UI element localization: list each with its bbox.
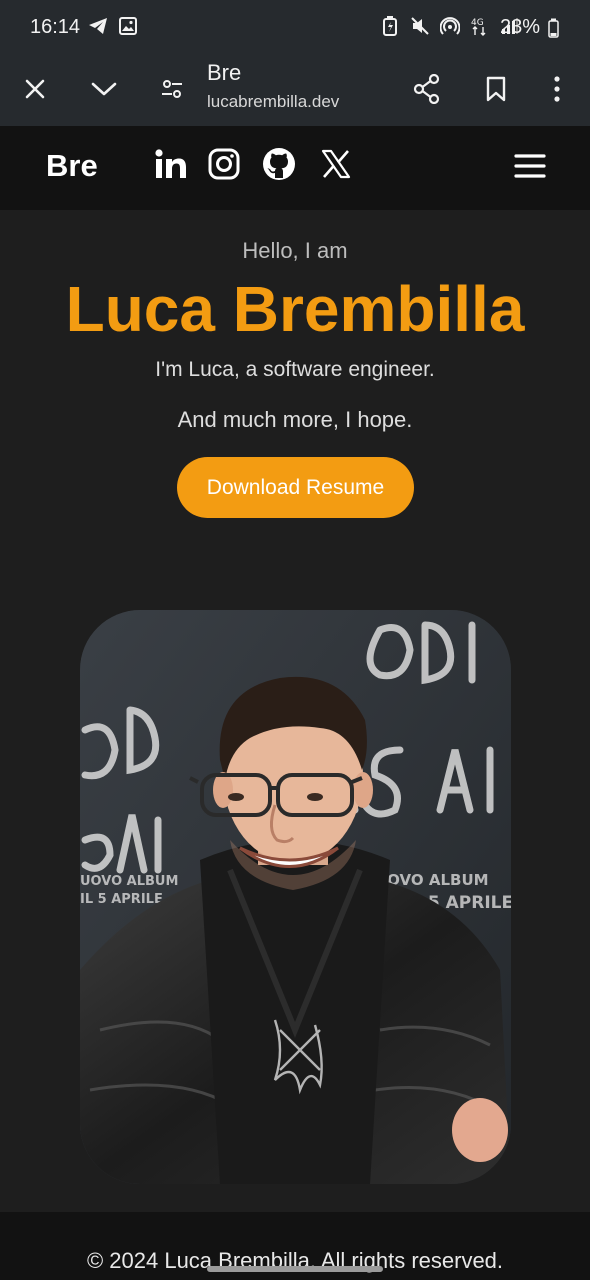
close-tab-button[interactable]: [12, 68, 58, 114]
menu-button[interactable]: [510, 148, 550, 188]
svg-text:IL 5 APRILE: IL 5 APRILE: [80, 892, 163, 907]
bookmark-button[interactable]: [473, 68, 519, 114]
browser-toolbar: Bre lucabrembilla.dev: [0, 56, 590, 126]
close-icon: [23, 77, 47, 106]
status-time: 16:14: [30, 16, 81, 38]
telegram-icon: [88, 16, 108, 36]
site-navbar: Bre: [0, 126, 590, 210]
linkedin-icon: [155, 148, 187, 184]
share-button[interactable]: [404, 68, 450, 114]
page-title: Bre: [207, 60, 242, 85]
minimize-tab-button[interactable]: [81, 68, 127, 114]
status-bar: 16:14 4G 23%: [0, 0, 590, 56]
battery-indicator: 23%: [500, 16, 563, 39]
github-icon: [262, 147, 296, 186]
battery-saver-icon: [380, 16, 400, 36]
profile-photo: UOVO ALBUM ORI IL 5 APRILE UOVO ALBUM IL…: [80, 610, 511, 1184]
site-logo[interactable]: Bre: [46, 148, 98, 184]
share-icon: [413, 73, 441, 109]
hero-tagline: And much more, I hope.: [177, 407, 413, 432]
more-icon: [553, 75, 561, 107]
4g-icon: 4G: [470, 16, 490, 36]
site-settings-button[interactable]: [149, 68, 195, 114]
profile-photo-illustration: UOVO ALBUM ORI IL 5 APRILE UOVO ALBUM IL…: [80, 610, 511, 1184]
download-resume-button[interactable]: Download Resume: [177, 457, 414, 518]
more-options-button[interactable]: [534, 68, 580, 114]
instagram-link[interactable]: [206, 148, 242, 184]
x-icon: [321, 149, 351, 184]
mute-icon: [410, 16, 430, 36]
battery-icon: [543, 18, 563, 38]
x-link[interactable]: [318, 148, 354, 184]
tune-icon: [160, 78, 184, 105]
hero-intro: I'm Luca, a software engineer.: [155, 358, 435, 381]
github-link[interactable]: [261, 147, 297, 186]
instagram-icon: [208, 148, 240, 185]
gesture-home-bar[interactable]: [207, 1266, 383, 1272]
hero-greeting: Hello, I am: [242, 238, 348, 263]
menu-icon: [514, 153, 546, 184]
svg-text:UOVO ALBUM: UOVO ALBUM: [80, 874, 178, 889]
page-url[interactable]: lucabrembilla.dev: [207, 92, 339, 112]
chevron-down-icon: [90, 79, 118, 104]
bookmark-icon: [485, 76, 507, 107]
linkedin-link[interactable]: [153, 148, 189, 184]
svg-text:4G: 4G: [471, 18, 484, 28]
hero-name: Luca Brembilla: [65, 273, 525, 345]
battery-percent: 23%: [500, 16, 541, 38]
hotspot-icon: [440, 16, 460, 36]
status-right-icons: 4G: [380, 16, 520, 36]
image-icon: [118, 16, 138, 36]
status-left-icons: [88, 16, 138, 36]
